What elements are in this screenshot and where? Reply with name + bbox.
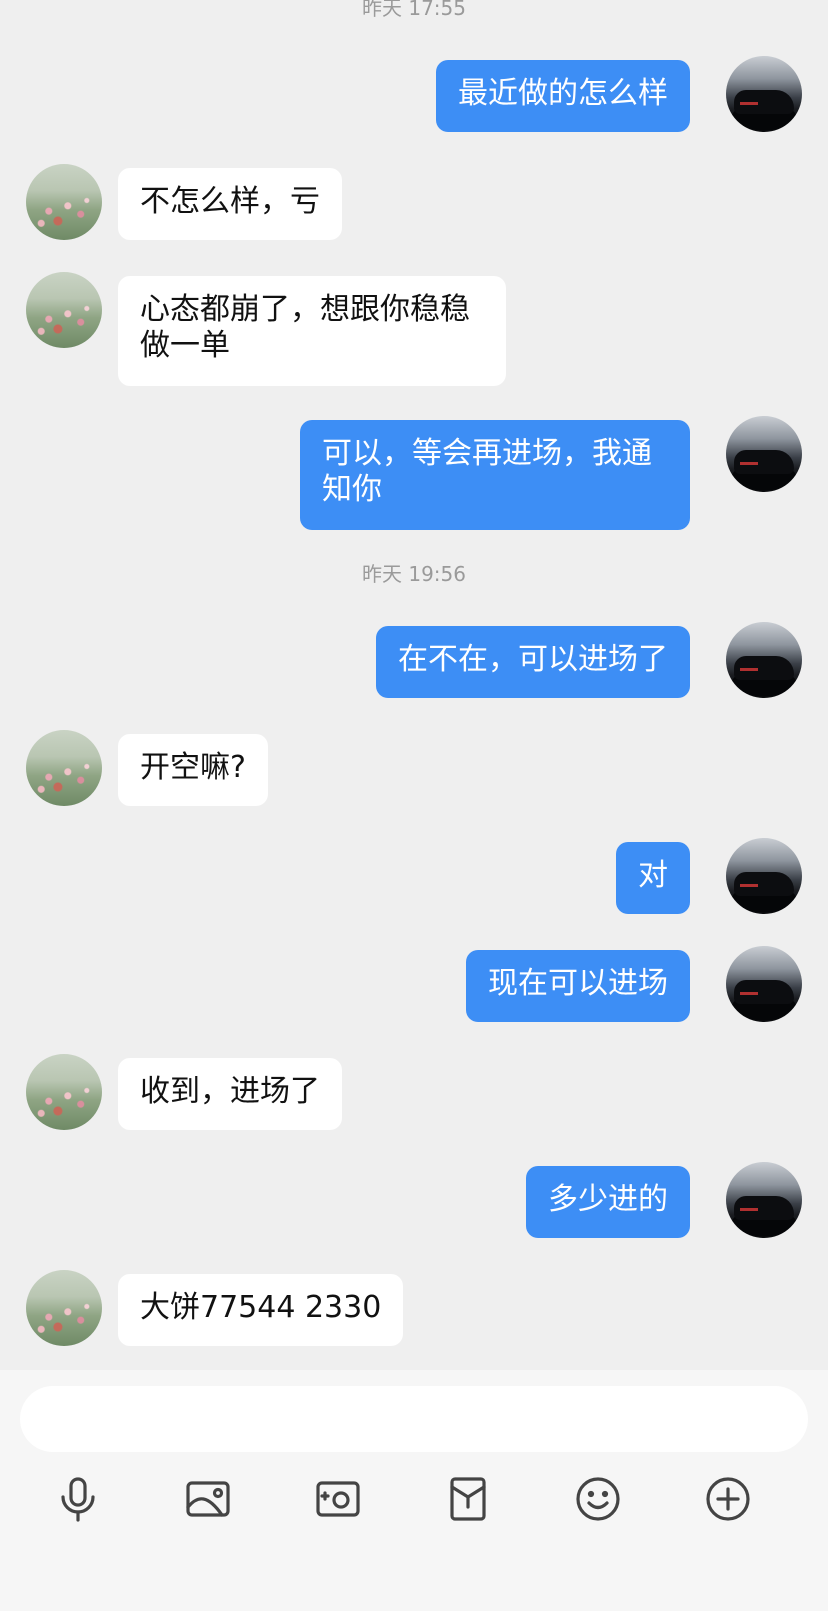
timestamp: 昨天 19:56 [362,562,466,586]
message-bubble-received[interactable]: 不怎么样，亏 [118,168,342,240]
my-avatar[interactable] [726,56,802,132]
message-bubble-sent[interactable]: 现在可以进场 [466,950,690,1022]
emoji-icon[interactable] [572,1473,624,1525]
contact-avatar[interactable] [26,164,102,240]
my-avatar[interactable] [726,622,802,698]
plus-icon[interactable] [702,1473,754,1525]
my-avatar[interactable] [726,838,802,914]
message-bubble-sent[interactable]: 多少进的 [526,1166,690,1238]
camera-icon[interactable] [312,1473,364,1525]
message-input[interactable] [20,1386,808,1452]
my-avatar[interactable] [726,416,802,492]
contact-avatar[interactable] [26,1054,102,1130]
red-packet-icon[interactable] [442,1473,494,1525]
message-bubble-received[interactable]: 大饼77544 2330 [118,1274,404,1346]
message-bubble-sent[interactable]: 可以，等会再进场，我通知你 [300,420,690,530]
message-bubble-sent[interactable]: 在不在，可以进场了 [376,626,690,698]
message-bubble-sent[interactable]: 最近做的怎么样 [436,60,690,132]
image-icon[interactable] [182,1473,234,1525]
my-avatar[interactable] [726,1162,802,1238]
contact-avatar[interactable] [26,730,102,806]
message-bubble-received[interactable]: 收到，进场了 [118,1058,342,1130]
my-avatar[interactable] [726,946,802,1022]
microphone-icon[interactable] [52,1473,104,1525]
contact-avatar[interactable] [26,272,102,348]
message-bubble-received[interactable]: 心态都崩了，想跟你稳稳做一单 [118,276,506,386]
message-bubble-sent[interactable]: 对 [616,842,690,914]
timestamp: 昨天 17:55 [362,0,466,20]
contact-avatar[interactable] [26,1270,102,1346]
message-bubble-received[interactable]: 开空嘛? [118,734,268,806]
chat-history[interactable]: 昨天 17:55 最近做的怎么样 不怎么样，亏 心态都崩了，想跟你稳稳做一单 可… [0,0,828,1370]
